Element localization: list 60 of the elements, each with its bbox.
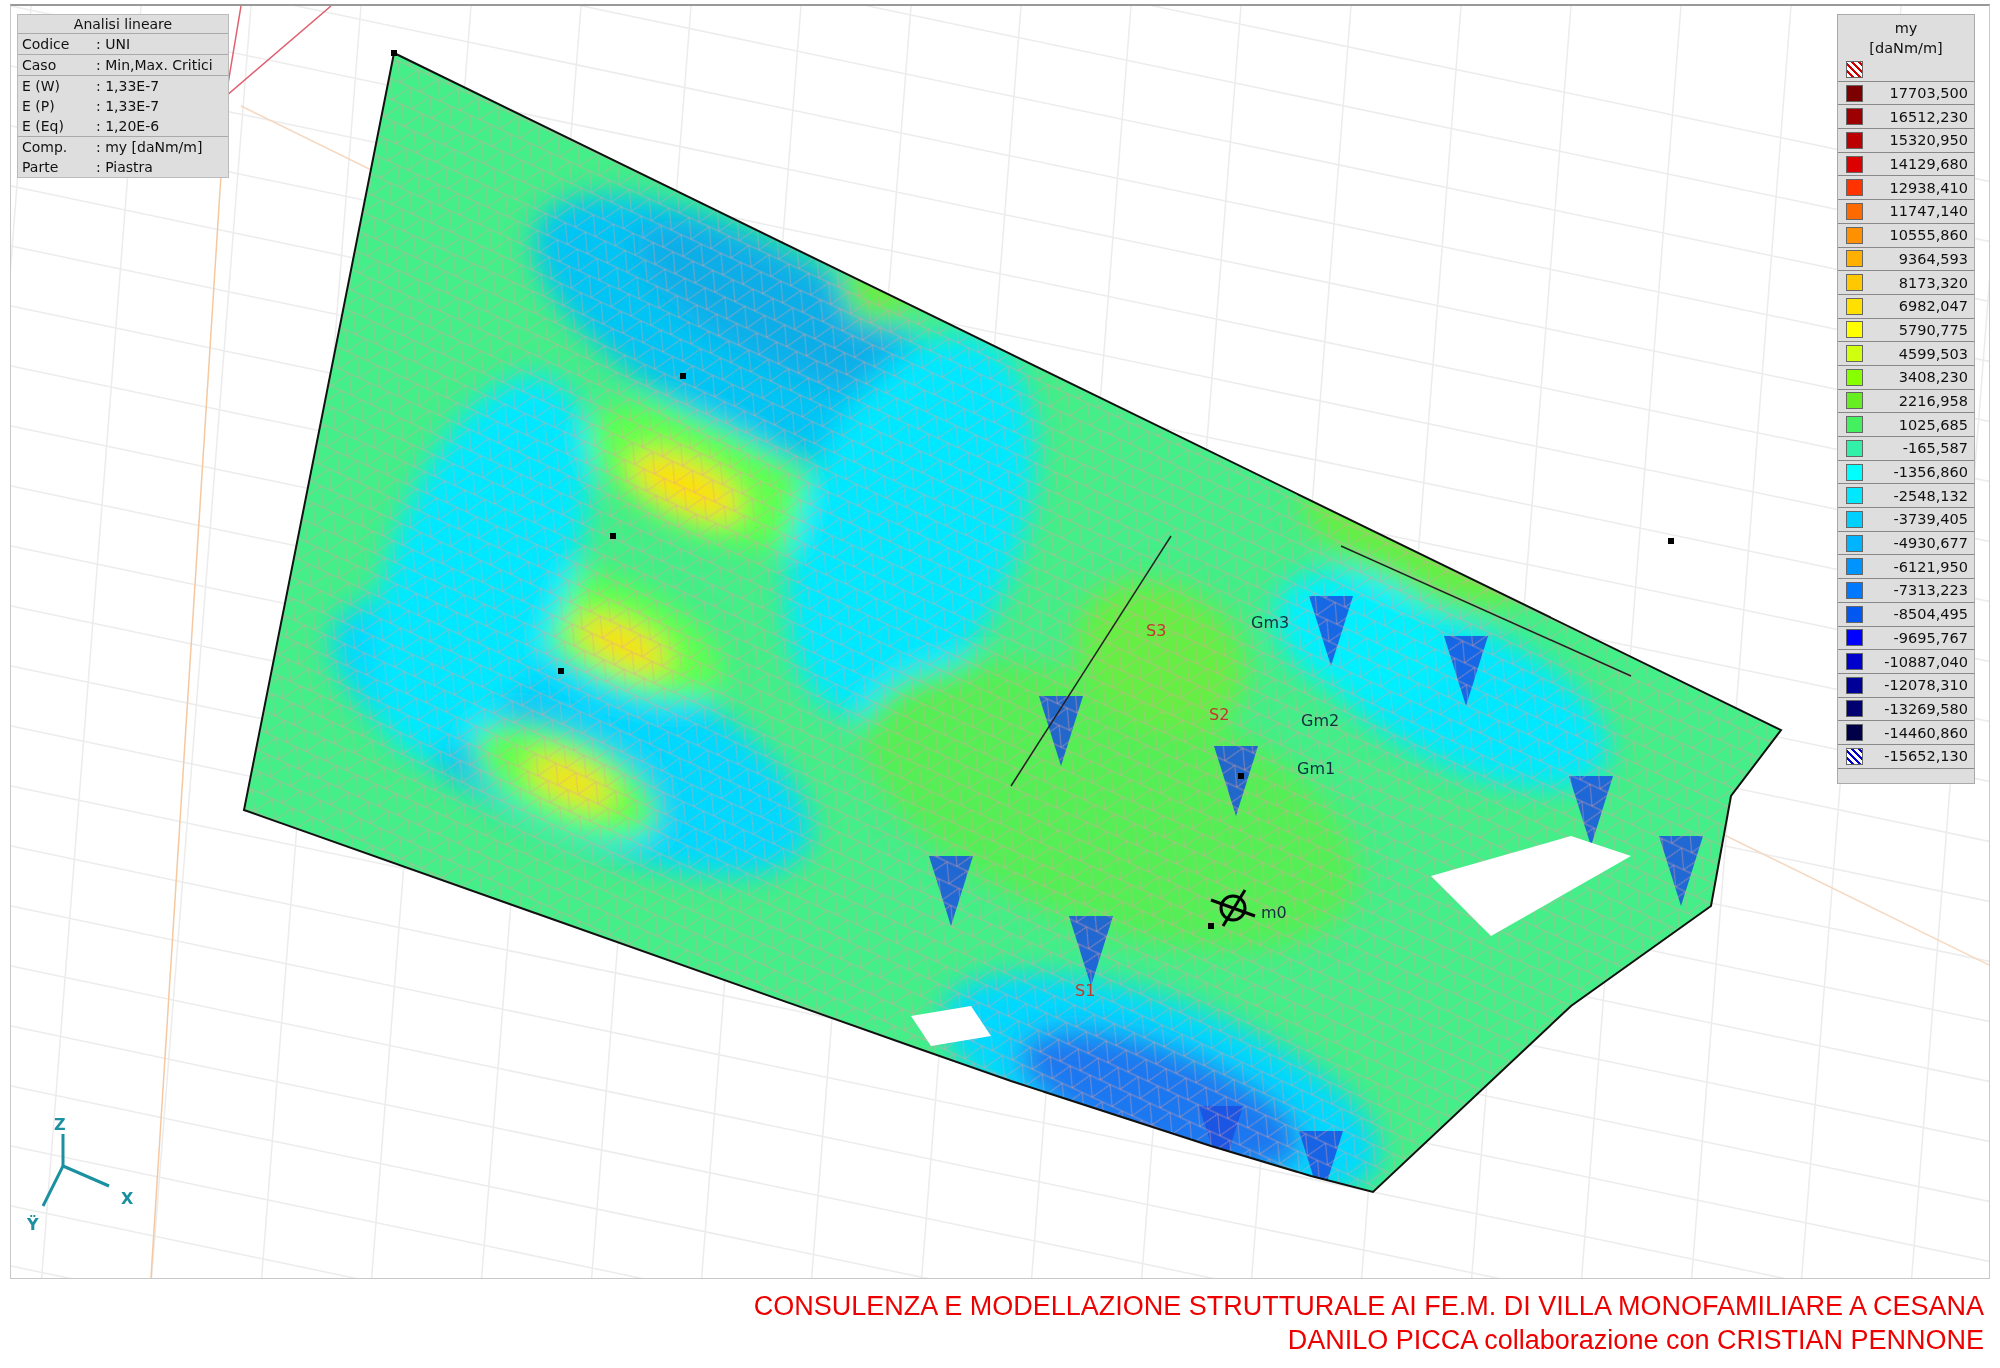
legend-value: -8504,495 xyxy=(1893,606,1969,623)
legend-value: 10555,860 xyxy=(1889,227,1969,244)
legend-value: -15652,130 xyxy=(1884,748,1969,765)
info-value: : my [daNm/m] xyxy=(96,138,203,157)
axis-label: Ÿ xyxy=(27,1215,39,1234)
plot-label: m0 xyxy=(1261,903,1287,922)
info-label: E (Eq) xyxy=(22,117,65,136)
plot-label: S1 xyxy=(1075,981,1096,1000)
legend-value: -7313,223 xyxy=(1893,582,1969,599)
info-value: : 1,33E-7 xyxy=(96,77,160,96)
legend-value: -13269,580 xyxy=(1884,700,1969,717)
plot-label: S3 xyxy=(1146,621,1167,640)
info-value: : Piastra xyxy=(96,158,153,177)
legend-value: 12938,410 xyxy=(1889,179,1969,196)
legend-value: -12078,310 xyxy=(1884,677,1969,694)
legend-value: 14129,680 xyxy=(1889,156,1969,173)
plot-label: Gm1 xyxy=(1297,759,1336,778)
legend-value: 8173,320 xyxy=(1898,274,1969,291)
info-label: Codice xyxy=(22,35,71,54)
plot-label: Gm2 xyxy=(1301,711,1340,730)
legend-value: 15320,950 xyxy=(1889,132,1969,149)
legend-value: -3739,405 xyxy=(1893,511,1969,528)
info-label: Parte xyxy=(22,158,60,177)
caption-text: DANILO PICCA collaborazione con CRISTIAN PENNONE xyxy=(1286,1324,1984,1357)
info-label: E (W) xyxy=(22,77,62,96)
legend-value: 16512,230 xyxy=(1889,108,1969,125)
plot-label: Gm3 xyxy=(1251,613,1290,632)
legend-value: 4599,503 xyxy=(1898,345,1969,362)
legend-unit: [daNm/m] xyxy=(1868,39,1944,58)
crosshair-icon xyxy=(1210,889,1256,927)
legend-value: -165,587 xyxy=(1902,440,1969,457)
info-value: : 1,20E-6 xyxy=(96,117,160,136)
legend-value: 9364,593 xyxy=(1898,250,1969,267)
legend-value: -14460,860 xyxy=(1884,724,1969,741)
legend-value: -6121,950 xyxy=(1893,558,1969,575)
axis-label: Z xyxy=(54,1115,66,1134)
legend-value: 11747,140 xyxy=(1889,203,1969,220)
info-value: : Min,Max. Critici xyxy=(96,56,213,75)
info-label: Caso xyxy=(22,56,58,75)
legend-value: -9695,767 xyxy=(1893,629,1969,646)
axis-label: X xyxy=(121,1189,134,1208)
legend-value: 5790,775 xyxy=(1898,321,1969,338)
legend-value: 1025,685 xyxy=(1898,416,1969,433)
legend-value: -2548,132 xyxy=(1893,487,1969,504)
legend-value: -1356,860 xyxy=(1893,464,1969,481)
legend-value: 2216,958 xyxy=(1898,392,1969,409)
info-label: Comp. xyxy=(22,138,69,157)
info-label: E (P) xyxy=(22,97,56,116)
legend-value: 3408,230 xyxy=(1898,369,1969,386)
legend-title: my xyxy=(1893,19,1919,38)
info-value: : UNI xyxy=(96,35,130,54)
info-value: : 1,33E-7 xyxy=(96,97,160,116)
caption-text: CONSULENZA E MODELLAZIONE STRUTTURALE AI FE.M. DI VILLA MONOFAMILIARE A CESANA xyxy=(752,1290,1984,1323)
axis-triad-icon xyxy=(41,1134,110,1207)
legend-value: -10887,040 xyxy=(1884,653,1969,670)
legend-value: 17703,500 xyxy=(1889,85,1969,102)
legend-value: 6982,047 xyxy=(1898,298,1969,315)
plot-label: S2 xyxy=(1209,705,1230,724)
legend-value: -4930,677 xyxy=(1893,535,1969,552)
panel-title: Analisi lineare xyxy=(18,15,228,34)
